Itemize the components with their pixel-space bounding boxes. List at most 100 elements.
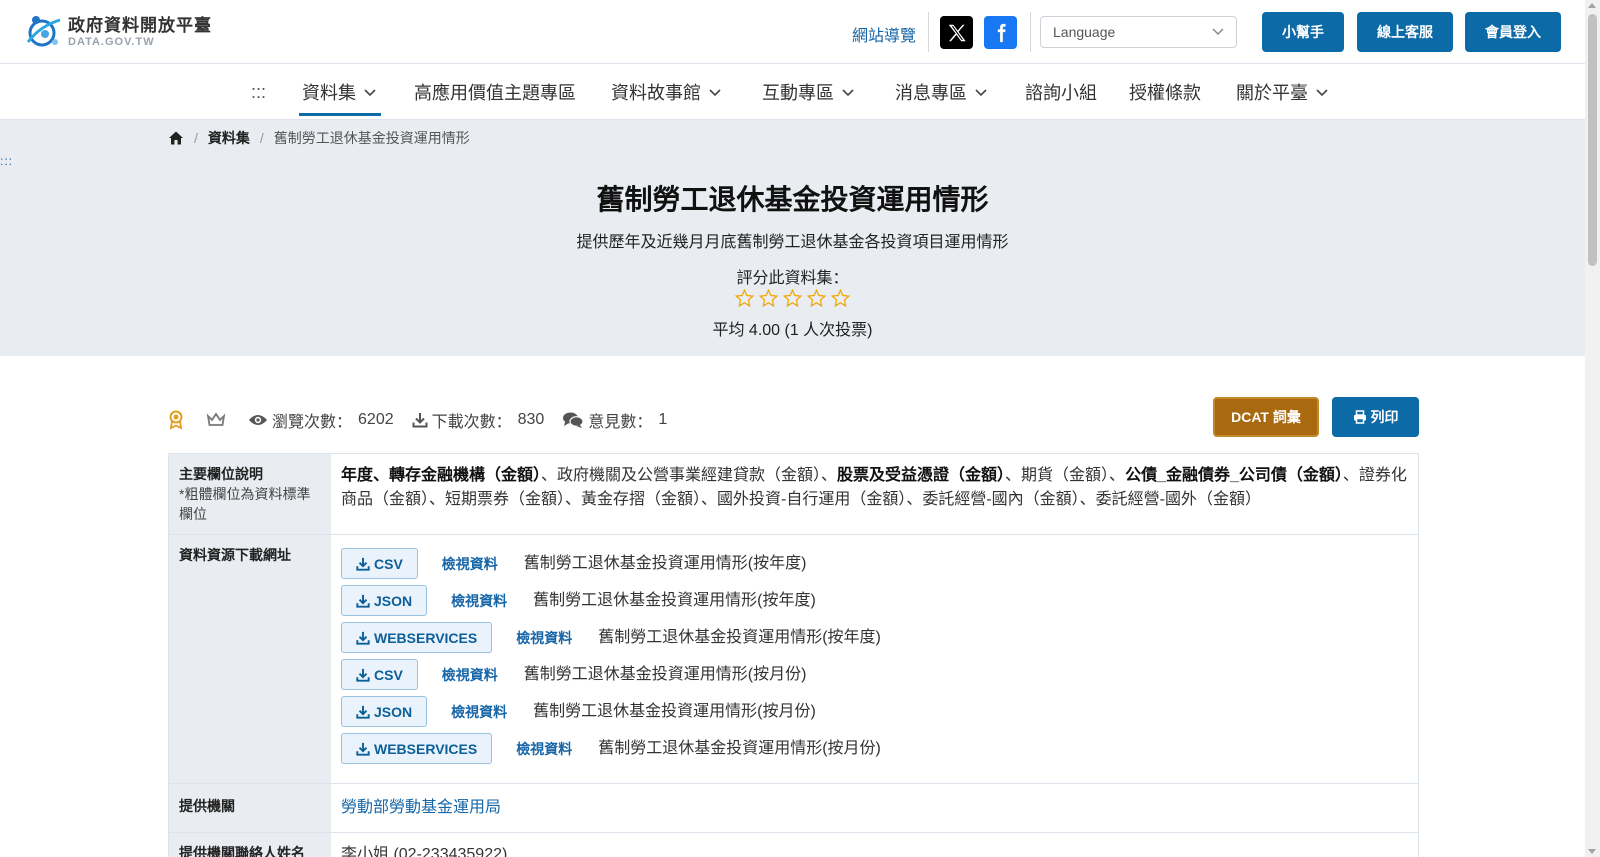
field-bold-text: 公債_金融債券_公司債（金額） [1125, 467, 1343, 484]
dataset-stats: 瀏覽次數： 6202 下載次數： 830 意見數： 1 [168, 408, 685, 432]
field-text: 、期貨（金額）、 [1005, 467, 1126, 484]
x-twitter-icon[interactable] [940, 16, 973, 49]
breadcrumb-datasets[interactable]: 資料集 [208, 128, 250, 148]
home-icon[interactable] [168, 130, 184, 146]
nav-item-interactive[interactable]: 互動專區 [762, 64, 856, 120]
resource-name: 舊制勞工退休基金投資運用情形(按年度) [598, 628, 881, 646]
provider-label: 提供機關 [169, 784, 331, 832]
download-icon [356, 557, 370, 571]
resource-name: 舊制勞工退休基金投資運用情形(按年度) [523, 554, 807, 572]
comment-count-label: 意見數： [588, 414, 653, 431]
resources-list: CSV 檢視資料 舊制勞工退休基金投資運用情形(按年度) JSON 檢視資料 舊… [331, 535, 1418, 783]
view-data-link[interactable]: 檢視資料 [516, 737, 572, 761]
format-label: CSV [374, 555, 403, 572]
award-icon [169, 410, 183, 430]
resource-item: JSON 檢視資料 舊制勞工退休基金投資運用情形(按年度) [341, 582, 1408, 619]
resource-item: CSV 檢視資料 舊制勞工退休基金投資運用情形(按月份) [341, 656, 1408, 693]
chevron-down-icon [364, 89, 376, 97]
download-csv-button[interactable]: CSV [341, 659, 418, 690]
view-data-link[interactable]: 檢視資料 [442, 663, 498, 687]
print-button-label: 列印 [1370, 409, 1399, 425]
nav-item-stories[interactable]: 資料故事館 [611, 64, 723, 120]
nav-accesskey[interactable]: ::: [251, 64, 266, 120]
sitemap-link[interactable]: 網站導覽 [852, 22, 916, 46]
info-row-resources: 資料資源下載網址 CSV 檢視資料 舊制勞工退休基金投資運用情形(按年度) JS… [169, 535, 1418, 784]
download-icon [356, 594, 370, 608]
view-data-link[interactable]: 檢視資料 [516, 626, 572, 650]
nav-item-datasets[interactable]: 資料集 [299, 64, 381, 120]
nav-item-license[interactable]: 授權條款 [1129, 64, 1201, 120]
facebook-icon[interactable] [984, 16, 1017, 49]
language-select-value: Language [1053, 24, 1116, 40]
view-data-link[interactable]: 檢視資料 [451, 700, 507, 724]
download-icon [412, 413, 428, 428]
contact-value: 李小姐 (02-233435922) [341, 846, 508, 857]
nav-item-high-value[interactable]: 高應用價值主題專區 [414, 64, 576, 120]
download-webservices-button[interactable]: WEBSERVICES [341, 622, 493, 653]
customer-service-button[interactable]: 線上客服 [1357, 12, 1453, 52]
info-row-header: 主要欄位說明 *粗體欄位為資料標準欄位 [169, 454, 331, 534]
print-button[interactable]: 列印 [1332, 397, 1419, 437]
logo-title: 政府資料開放平臺 [68, 16, 212, 35]
resources-label: 資料資源下載網址 [169, 535, 331, 783]
nav-item-label: 高應用價值主題專區 [414, 83, 576, 103]
resource-name: 舊制勞工退休基金投資運用情形(按月份) [523, 665, 807, 683]
star-icon[interactable] [782, 288, 803, 309]
nav-item-news[interactable]: 消息專區 [895, 64, 989, 120]
download-webservices-button[interactable]: WEBSERVICES [341, 733, 493, 764]
rating-stars [0, 288, 1585, 309]
view-data-link[interactable]: 檢視資料 [442, 552, 498, 576]
field-bold-text: 股票及受益憑證（金額） [837, 467, 1006, 484]
page-scrollbar[interactable] [1585, 0, 1600, 857]
view-data-link[interactable]: 檢視資料 [451, 589, 507, 613]
star-icon[interactable] [830, 288, 851, 309]
resource-name: 舊制勞工退休基金投資運用情形(按年度) [533, 591, 816, 609]
site-logo[interactable]: 政府資料開放平臺 DATA.GOV.TW [22, 12, 212, 52]
breadcrumb-separator: / [259, 130, 264, 146]
main-nav: ::: 資料集 高應用價值主題專區 資料故事館 互動專區 消息專區 諮詢小組 授… [0, 64, 1585, 120]
divider [928, 12, 929, 52]
star-icon[interactable] [806, 288, 827, 309]
nav-item-advisory[interactable]: 諮詢小組 [1025, 64, 1097, 120]
nav-item-about[interactable]: 關於平臺 [1236, 64, 1330, 120]
chevron-down-icon [975, 89, 987, 97]
language-select[interactable]: Language [1040, 16, 1237, 48]
rating-average: 平均 4.00 (1 人次投票) [712, 322, 873, 339]
info-row-provider: 提供機關 勞動部勞動基金運用局 [169, 784, 1418, 833]
download-icon [356, 742, 370, 756]
scroll-up-icon[interactable] [1588, 3, 1596, 8]
download-json-button[interactable]: JSON [341, 585, 428, 616]
download-icon [356, 631, 370, 645]
download-json-button[interactable]: JSON [341, 696, 428, 727]
star-icon[interactable] [734, 288, 755, 309]
provider-link[interactable]: 勞動部勞動基金運用局 [341, 799, 501, 816]
fields-value: 年度、轉存金融機構（金額）、政府機關及公營事業經建貸款（金額）、股票及受益憑證（… [331, 454, 1418, 534]
format-label: WEBSERVICES [374, 629, 478, 646]
download-icon [356, 705, 370, 719]
logo-subtitle: DATA.GOV.TW [68, 36, 155, 48]
breadcrumb-current: 舊制勞工退休基金投資運用情形 [273, 130, 470, 146]
nav-item-label: 消息專區 [895, 83, 967, 103]
login-button[interactable]: 會員登入 [1465, 12, 1561, 52]
download-count: 下載次數： 830 [412, 408, 544, 432]
content-accesskey[interactable]: ::: [0, 154, 13, 168]
scroll-down-icon[interactable] [1588, 849, 1596, 854]
dcat-button[interactable]: DCAT 詞彙 [1213, 397, 1319, 437]
helper-button[interactable]: 小幫手 [1262, 12, 1344, 52]
star-icon[interactable] [758, 288, 779, 309]
download-csv-button[interactable]: CSV [341, 548, 418, 579]
format-label: WEBSERVICES [374, 740, 478, 757]
scrollbar-thumb[interactable] [1588, 14, 1597, 266]
chevron-down-icon [709, 89, 721, 97]
nav-item-label: 授權條款 [1129, 83, 1201, 103]
view-count-value: 6202 [358, 411, 394, 428]
nav-item-label: 關於平臺 [1236, 83, 1308, 103]
contact-label: 提供機關聯絡人姓名 [169, 833, 331, 857]
comment-count: 意見數： 1 [562, 408, 667, 432]
resource-item: WEBSERVICES 檢視資料 舊制勞工退休基金投資運用情形(按月份) [341, 730, 1408, 767]
resource-item: CSV 檢視資料 舊制勞工退休基金投資運用情形(按年度) [341, 545, 1408, 582]
download-icon [356, 668, 370, 682]
info-row-fields: 主要欄位說明 *粗體欄位為資料標準欄位 年度、轉存金融機構（金額）、政府機關及公… [169, 454, 1418, 535]
breadcrumb-separator: / [194, 130, 198, 146]
crown-icon [206, 412, 226, 426]
